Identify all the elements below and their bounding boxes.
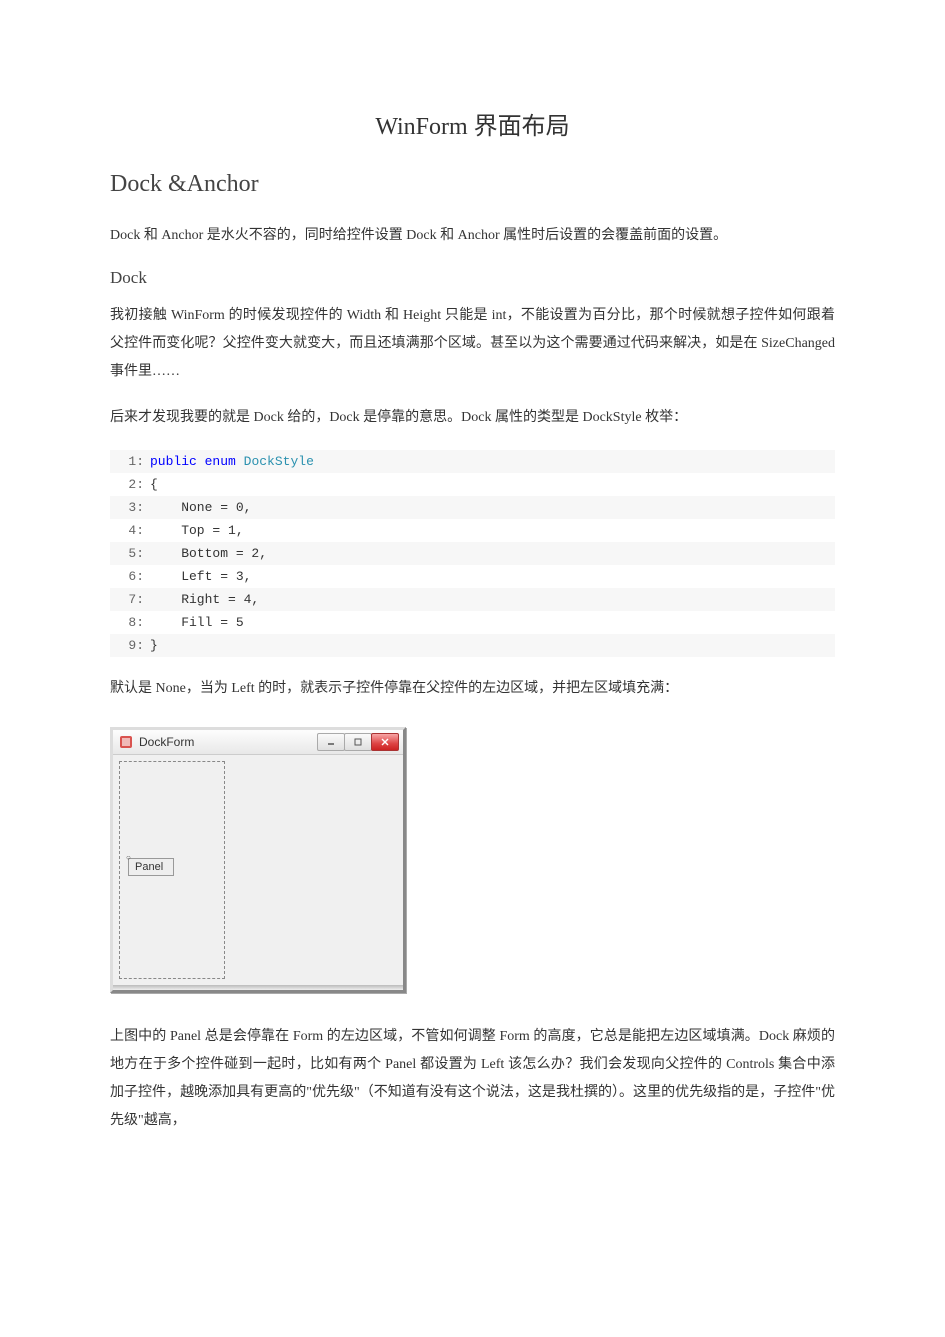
code-line: 1:public enum DockStyle: [110, 450, 835, 473]
minimize-button[interactable]: [317, 733, 345, 751]
window-shadow: [113, 985, 403, 990]
minimize-icon: [326, 738, 336, 746]
code-line: 4: Top = 1,: [110, 519, 835, 542]
document-page: WinForm 界面布局 Dock &Anchor Dock 和 Anchor …: [0, 0, 945, 1213]
code-text: public enum DockStyle: [150, 454, 314, 469]
close-icon: [380, 738, 390, 746]
code-block: 1:public enum DockStyle2:{3: None = 0,4:…: [110, 450, 835, 657]
code-text: Fill = 5: [150, 615, 244, 630]
page-title: WinForm 界面布局: [110, 106, 835, 141]
paragraph-1: Dock 和 Anchor 是水火不容的，同时给控件设置 Dock 和 Anch…: [110, 222, 835, 250]
paragraph-2: 我初接触 WinForm 的时候发现控件的 Width 和 Height 只能是…: [110, 302, 835, 386]
code-line: 5: Bottom = 2,: [110, 542, 835, 565]
line-number: 4:: [118, 523, 150, 538]
code-text: Bottom = 2,: [150, 546, 267, 561]
paragraph-5: 上图中的 Panel 总是会停靠在 Form 的左边区域，不管如何调整 Form…: [110, 1023, 835, 1135]
panel-handle-icon: ○: [126, 853, 131, 862]
code-line: 2:{: [110, 473, 835, 496]
line-number: 5:: [118, 546, 150, 561]
docked-panel: ○ Panel: [119, 761, 225, 979]
window-titlebar: DockForm: [113, 730, 403, 755]
line-number: 6:: [118, 569, 150, 584]
code-text: None = 0,: [150, 500, 251, 515]
window-client-area: ○ Panel: [113, 755, 403, 985]
code-line: 7: Right = 4,: [110, 588, 835, 611]
paragraph-3: 后来才发现我要的就是 Dock 给的，Dock 是停靠的意思。Dock 属性的类…: [110, 404, 835, 432]
code-line: 6: Left = 3,: [110, 565, 835, 588]
line-number: 3:: [118, 500, 150, 515]
close-button[interactable]: [371, 733, 399, 751]
code-line: 3: None = 0,: [110, 496, 835, 519]
line-number: 8:: [118, 615, 150, 630]
window-buttons: [318, 733, 399, 751]
line-number: 2:: [118, 477, 150, 492]
code-text: {: [150, 477, 158, 492]
heading-dock-anchor: Dock &Anchor: [110, 171, 835, 198]
code-text: Left = 3,: [150, 569, 251, 584]
code-text: }: [150, 638, 158, 653]
code-line: 9:}: [110, 634, 835, 657]
application-icon: [119, 735, 133, 749]
line-number: 7:: [118, 592, 150, 607]
paragraph-4: 默认是 None，当为 Left 的时，就表示子控件停靠在父控件的左边区域，并把…: [110, 675, 835, 703]
maximize-button[interactable]: [344, 733, 372, 751]
maximize-icon: [353, 738, 363, 746]
code-text: Top = 1,: [150, 523, 244, 538]
line-number: 9:: [118, 638, 150, 653]
window-title: DockForm: [139, 735, 318, 749]
heading-dock: Dock: [110, 268, 835, 288]
line-number: 1:: [118, 454, 150, 469]
code-text: Right = 4,: [150, 592, 259, 607]
dockform-window: DockForm ○ Panel: [110, 727, 406, 993]
panel-label: ○ Panel: [128, 858, 174, 876]
code-line: 8: Fill = 5: [110, 611, 835, 634]
panel-label-text: Panel: [135, 861, 163, 873]
